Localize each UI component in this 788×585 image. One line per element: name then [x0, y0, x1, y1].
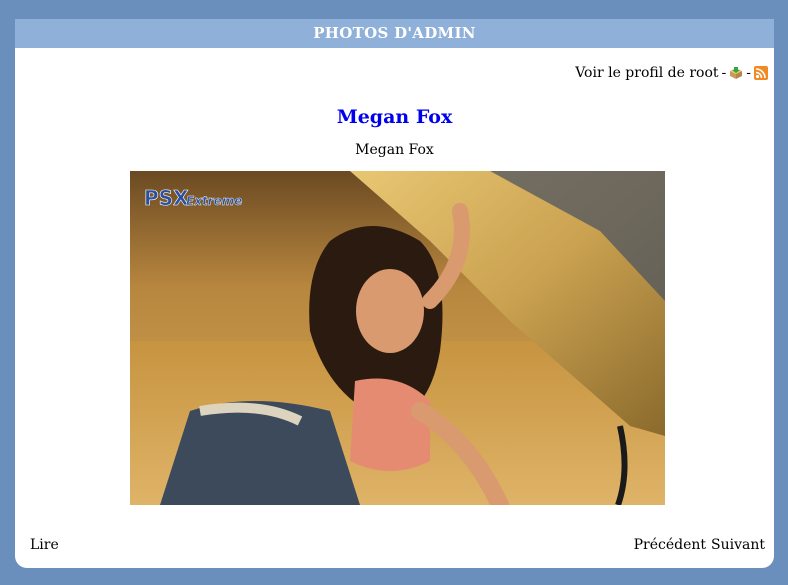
photo-panel: PHOTOS D'ADMIN Voir le profil de root - … — [15, 19, 774, 568]
view-profile-link[interactable]: Voir le profil de root — [575, 65, 718, 81]
photo-title-link[interactable]: Megan Fox — [15, 106, 774, 128]
next-link[interactable]: Suivant — [711, 537, 765, 553]
pagination: Précédent Suivant — [634, 537, 765, 553]
previous-link[interactable]: Précédent — [634, 537, 706, 553]
read-link[interactable]: Lire — [30, 537, 59, 553]
package-icon[interactable] — [729, 66, 743, 80]
separator: - — [721, 65, 727, 81]
panel-header: PHOTOS D'ADMIN — [15, 19, 774, 48]
svg-text:Extreme: Extreme — [186, 194, 242, 208]
photo-image[interactable]: PSX Extreme — [130, 171, 665, 505]
photo-caption: Megan Fox — [355, 142, 434, 158]
profile-line: Voir le profil de root - - — [575, 65, 768, 81]
rss-icon[interactable] — [754, 66, 768, 80]
separator: - — [746, 65, 751, 81]
watermark-logo: PSX — [144, 186, 189, 210]
